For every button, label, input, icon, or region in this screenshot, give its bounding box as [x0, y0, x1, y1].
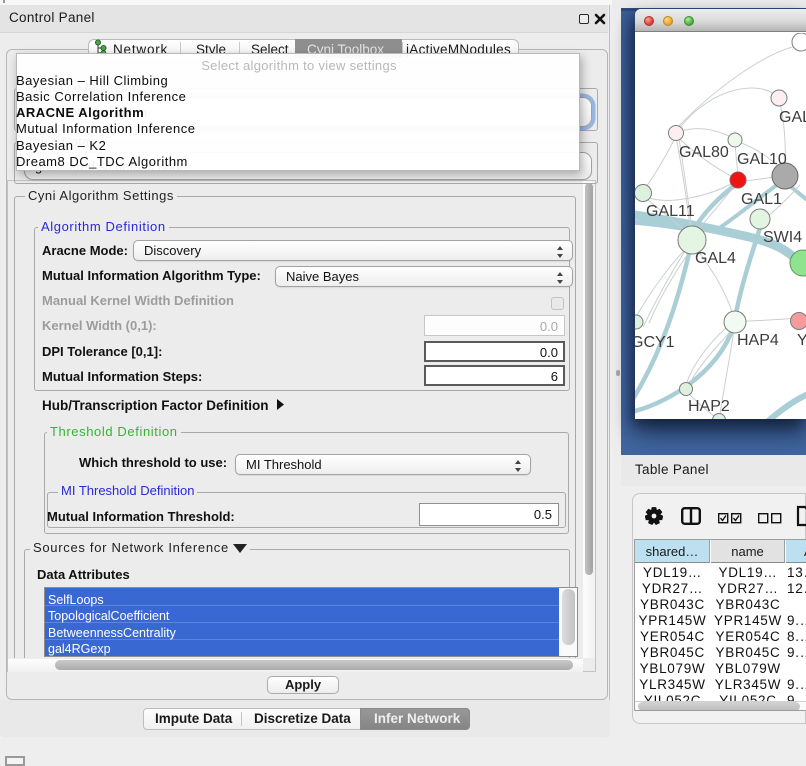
- svg-text:GAL4: GAL4: [695, 250, 736, 267]
- svg-text:GAL80: GAL80: [679, 144, 729, 161]
- svg-text:GAL1: GAL1: [741, 191, 782, 208]
- svg-text:Y: Y: [797, 332, 806, 349]
- svg-text:GAL11: GAL11: [646, 203, 695, 220]
- svg-text:HAP4: HAP4: [737, 332, 779, 349]
- svg-text:HAP2: HAP2: [688, 398, 730, 415]
- svg-text:SWI4: SWI4: [763, 229, 802, 246]
- svg-text:GAL: GAL: [779, 109, 806, 126]
- svg-text:GCY1: GCY1: [635, 334, 675, 351]
- svg-text:GAL10: GAL10: [737, 151, 787, 168]
